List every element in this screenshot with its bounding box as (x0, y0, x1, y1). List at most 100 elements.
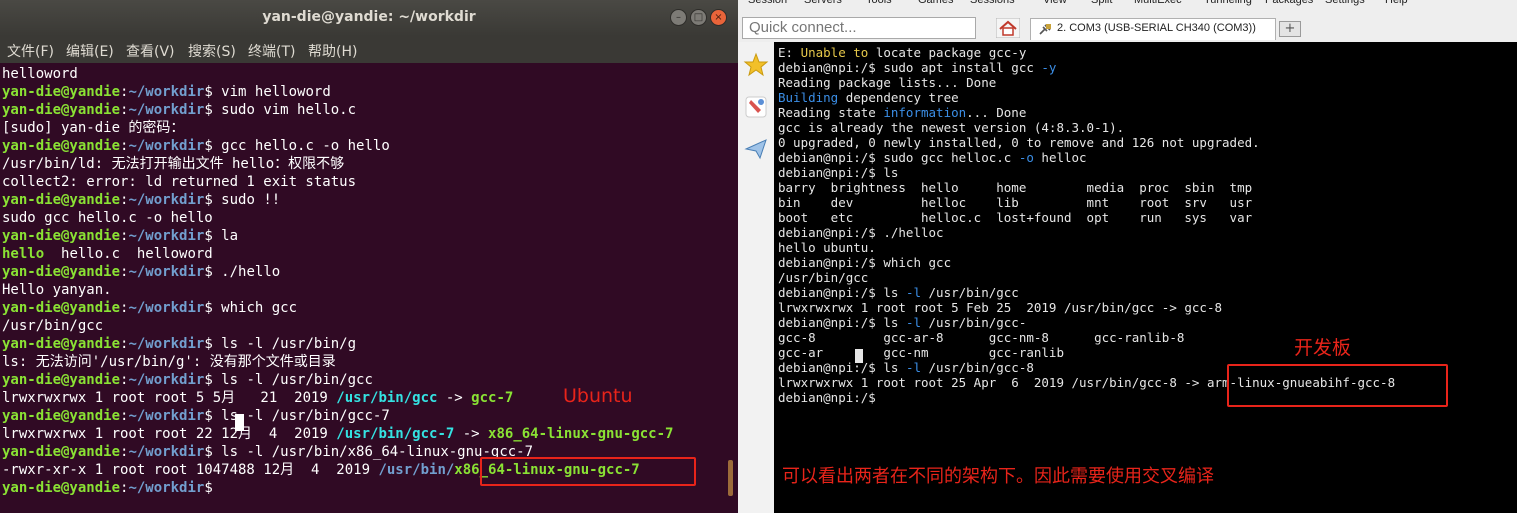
menu-help[interactable]: 帮助(H) (308, 41, 357, 61)
prompt-user: yan-die@yandie (2, 336, 121, 352)
plug-icon (1039, 24, 1051, 35)
line-segment: dependency tree (838, 90, 959, 105)
menu-sessions[interactable]: Sessions (970, 0, 1015, 6)
terminal-line: collect2: error: ld returned 1 exit stat… (2, 173, 356, 191)
new-tab-button[interactable]: + (1279, 21, 1301, 37)
line-segment: gcc-8 gcc-ar-8 gcc-nm-8 gcc-ranlib-8 (778, 330, 1185, 345)
menu-servers[interactable]: Servers (804, 0, 842, 6)
terminal-line: yan-die@yandie:~/workdir$ vim helloword (2, 84, 331, 100)
line-segment: debian@npi:/$ which gcc (778, 255, 952, 270)
file-meta: -rwxr-xr-x 1 root root 1047488 12月 4 201… (2, 462, 379, 478)
terminal-line: ls: 无法访问'/usr/bin/g': 没有那个文件或目录 (2, 353, 336, 371)
home-icon[interactable] (996, 18, 1020, 38)
terminal-line: hello hello.c helloword (2, 245, 213, 263)
menu-view[interactable]: View (1043, 0, 1067, 6)
prompt-user: yan-die@yandie (2, 372, 121, 388)
prompt-path: ~/workdir (128, 336, 205, 352)
prompt-path: ~/workdir (128, 300, 205, 316)
line-segment: debian@npi:/$ sudo gcc helloc.c (778, 150, 1019, 165)
ubuntu-terminal-output[interactable]: helloword yan-die@yandie:~/workdir$ vim h… (2, 65, 726, 509)
line-segment: -l (905, 315, 921, 330)
link-target: x86_64-linux-gnu-gcc-7 (488, 426, 674, 442)
menu-tools[interactable]: Tools (866, 0, 892, 6)
menu-search[interactable]: 搜索(S) (188, 41, 236, 61)
prompt-path: ~/workdir (128, 372, 205, 388)
terminal-line: yan-die@yandie:~/workdir$ ls -l /usr/bin… (2, 408, 390, 424)
terminal-line: yan-die@yandie:~/workdir$ gcc hello.c -o… (2, 138, 390, 154)
terminal-line: E: Unable to locate package gcc-y (778, 45, 1026, 60)
ubuntu-titlebar[interactable]: yan-die@yandie: ~/workdir – □ × (0, 0, 738, 36)
menu-view[interactable]: 查看(V) (126, 41, 175, 61)
terminal-line: barry brightness hello home media proc s… (778, 180, 1252, 195)
command-text: la (221, 228, 239, 244)
prompt-user: yan-die@yandie (2, 264, 121, 280)
menu-help[interactable]: Help (1385, 0, 1408, 6)
highlight-box-ubuntu (480, 457, 696, 486)
line-segment: 0 upgraded, 0 newly installed, 0 to remo… (778, 135, 1260, 150)
command-text: ls -l /usr/bin/g (221, 336, 357, 352)
line-segment: Unable to (800, 45, 869, 60)
menu-games[interactable]: Games (918, 0, 953, 6)
scrollbar[interactable] (728, 460, 733, 496)
prompt-user: yan-die@yandie (2, 228, 121, 244)
link-arrow: -> (454, 426, 489, 442)
ubuntu-terminal-window: yan-die@yandie: ~/workdir – □ × 文件(F) 编辑… (0, 0, 738, 513)
menu-split[interactable]: Split (1091, 0, 1112, 6)
tab-com3[interactable]: 2. COM3 (USB-SERIAL CH340 (COM3)) (1030, 18, 1276, 40)
output-text: /usr/bin/ld: 无法打开输出文件 hello：权限不够 (2, 156, 345, 172)
prompt-path: ~/workdir (128, 102, 205, 118)
menu-packages[interactable]: Packages (1265, 0, 1313, 6)
command-text: sudo vim hello.c (221, 102, 357, 118)
terminal-line: hello ubuntu. (778, 240, 876, 255)
file-dir: /usr/bin/ (378, 462, 455, 478)
line-segment: debian@npi:/$ (778, 390, 884, 405)
line-segment: /usr/bin/gcc (778, 270, 869, 285)
line-segment: ... Done (966, 105, 1027, 120)
menu-terminal[interactable]: 终端(T) (248, 41, 295, 61)
output-text: sudo gcc hello.c -o hello (2, 210, 213, 226)
maximize-button[interactable]: □ (690, 9, 707, 26)
terminal-line: Reading package lists... Done (778, 75, 996, 90)
link-target: gcc-7 (471, 390, 514, 406)
link-meta: lrwxrwxrwx 1 root root 22 12月 4 2019 (2, 426, 337, 442)
command-text: vim helloword (221, 84, 331, 100)
quick-connect-input[interactable]: Quick connect... (742, 17, 976, 39)
line-segment: -l (905, 285, 921, 300)
line-segment: /usr/bin/gcc (921, 285, 1019, 300)
prompt-user: yan-die@yandie (2, 480, 121, 496)
terminal-line: lrwxrwxrwx 1 root root 22 12月 4 2019 /us… (2, 425, 673, 443)
output-text: [sudo] yan-die 的密码： (2, 120, 185, 136)
line-segment: locate package gcc-y (868, 45, 1027, 60)
line-segment: information (883, 105, 967, 120)
terminal-line: debian@npi:/$ ls -l /usr/bin/gcc-8 (778, 360, 1034, 375)
menu-edit[interactable]: 编辑(E) (66, 41, 114, 61)
prompt-user: yan-die@yandie (2, 192, 121, 208)
send-icon[interactable] (743, 136, 769, 162)
menu-tunneling[interactable]: Tunneling (1204, 0, 1252, 6)
line-segment: hello ubuntu. (778, 240, 876, 255)
terminal-line: Building dependency tree (778, 90, 959, 105)
close-button[interactable]: × (710, 9, 727, 26)
line-segment: /usr/bin/gcc-8 (921, 360, 1034, 375)
tools-icon[interactable] (743, 94, 769, 120)
line-segment: Reading state (778, 105, 884, 120)
serial-terminal-app: Session Servers Tools Games Sessions View Spli… (738, 0, 1517, 513)
minimize-button[interactable]: – (670, 9, 687, 26)
terminal-line: sudo gcc hello.c -o hello (2, 209, 213, 227)
line-segment: barry brightness hello home media proc s… (778, 180, 1253, 195)
terminal-line: boot etc helloc.c lost+found opt run sys… (778, 210, 1252, 225)
terminal-line: debian@npi:/$ ls -l /usr/bin/gcc- (778, 315, 1026, 330)
line-segment: E: (778, 45, 801, 60)
prompt-path: ~/workdir (128, 480, 205, 496)
line-segment: debian@npi:/$ ./helloc (778, 225, 944, 240)
ubuntu-menubar: 文件(F) 编辑(E) 查看(V) 搜索(S) 终端(T) 帮助(H) (0, 36, 738, 63)
menu-session[interactable]: Session (748, 0, 787, 6)
terminal-line: debian@npi:/$ which gcc (778, 255, 951, 270)
terminal-line: /usr/bin/gcc (2, 317, 103, 335)
serial-terminal-output[interactable]: E: Unable to locate package gcc-y debian@… (774, 42, 1517, 513)
star-icon[interactable] (743, 52, 769, 78)
menu-settings[interactable]: Settings (1325, 0, 1365, 6)
terminal-line: yan-die@yandie:~/workdir$ sudo !! (2, 192, 281, 208)
menu-file[interactable]: 文件(F) (7, 41, 54, 61)
menu-multiexec[interactable]: MultiExec (1134, 0, 1182, 6)
